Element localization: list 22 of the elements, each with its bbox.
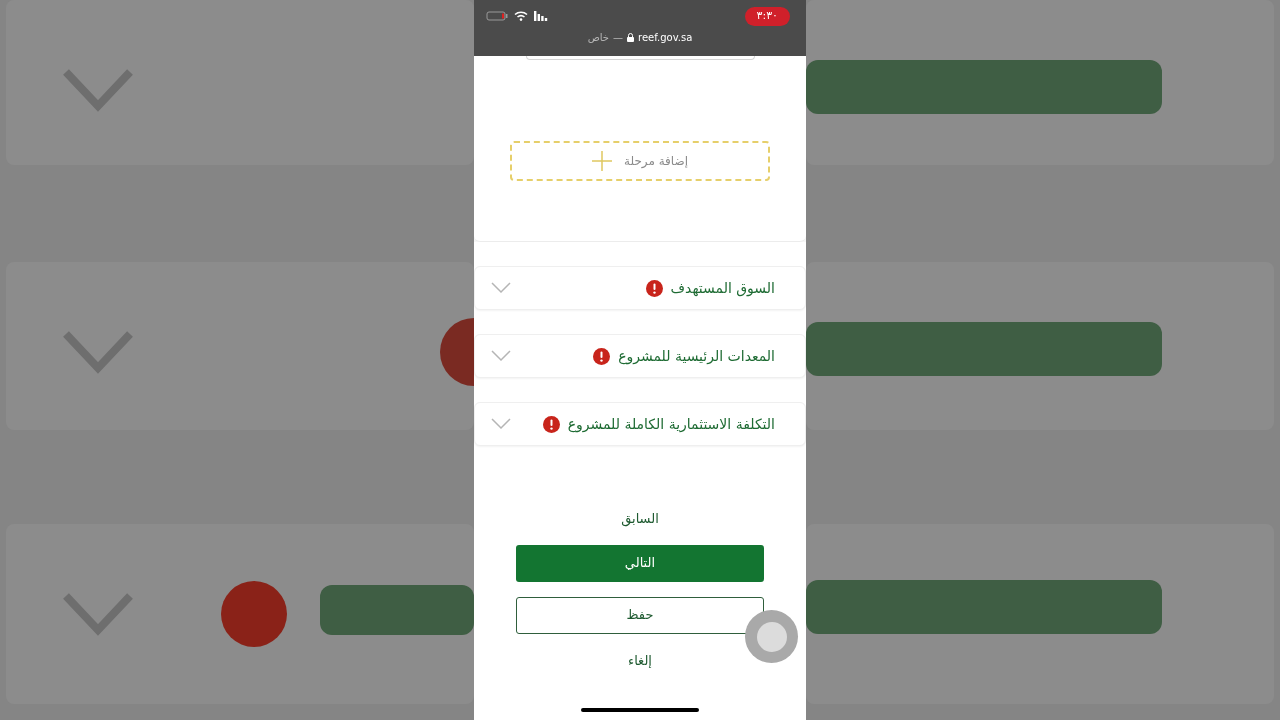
separator: — xyxy=(613,30,623,45)
private-label: خاص xyxy=(587,30,609,45)
previous-link[interactable]: السابق xyxy=(621,509,659,529)
section-title: السوق المستهدف xyxy=(670,278,775,299)
clock: ٣:٣٠ xyxy=(744,7,790,26)
accordion-header[interactable]: السوق المستهدف xyxy=(474,266,806,310)
lock-icon xyxy=(627,32,634,42)
chevron-down-icon xyxy=(491,350,511,362)
cancel-link[interactable]: إلغاء xyxy=(628,650,652,670)
accordion-header[interactable]: المعدات الرئيسية للمشروع xyxy=(474,334,806,378)
chevron-down-icon xyxy=(491,282,511,294)
accordion-header[interactable]: التكلفة الاستثمارية الكاملة للمشروع xyxy=(474,402,806,446)
battery-icon xyxy=(486,11,508,22)
url-text: reef.gov.sa xyxy=(638,30,693,45)
next-button[interactable]: التالي xyxy=(516,544,764,582)
section-title: التكلفة الاستثمارية الكاملة للمشروع xyxy=(567,414,775,435)
section-title: المعدات الرئيسية للمشروع xyxy=(618,346,775,367)
chevron-down-icon xyxy=(491,418,511,430)
add-stage-button[interactable]: إضافة مرحلة xyxy=(510,141,770,181)
plus-icon xyxy=(592,151,612,171)
signal-icon xyxy=(534,11,548,22)
wifi-icon xyxy=(514,11,528,22)
